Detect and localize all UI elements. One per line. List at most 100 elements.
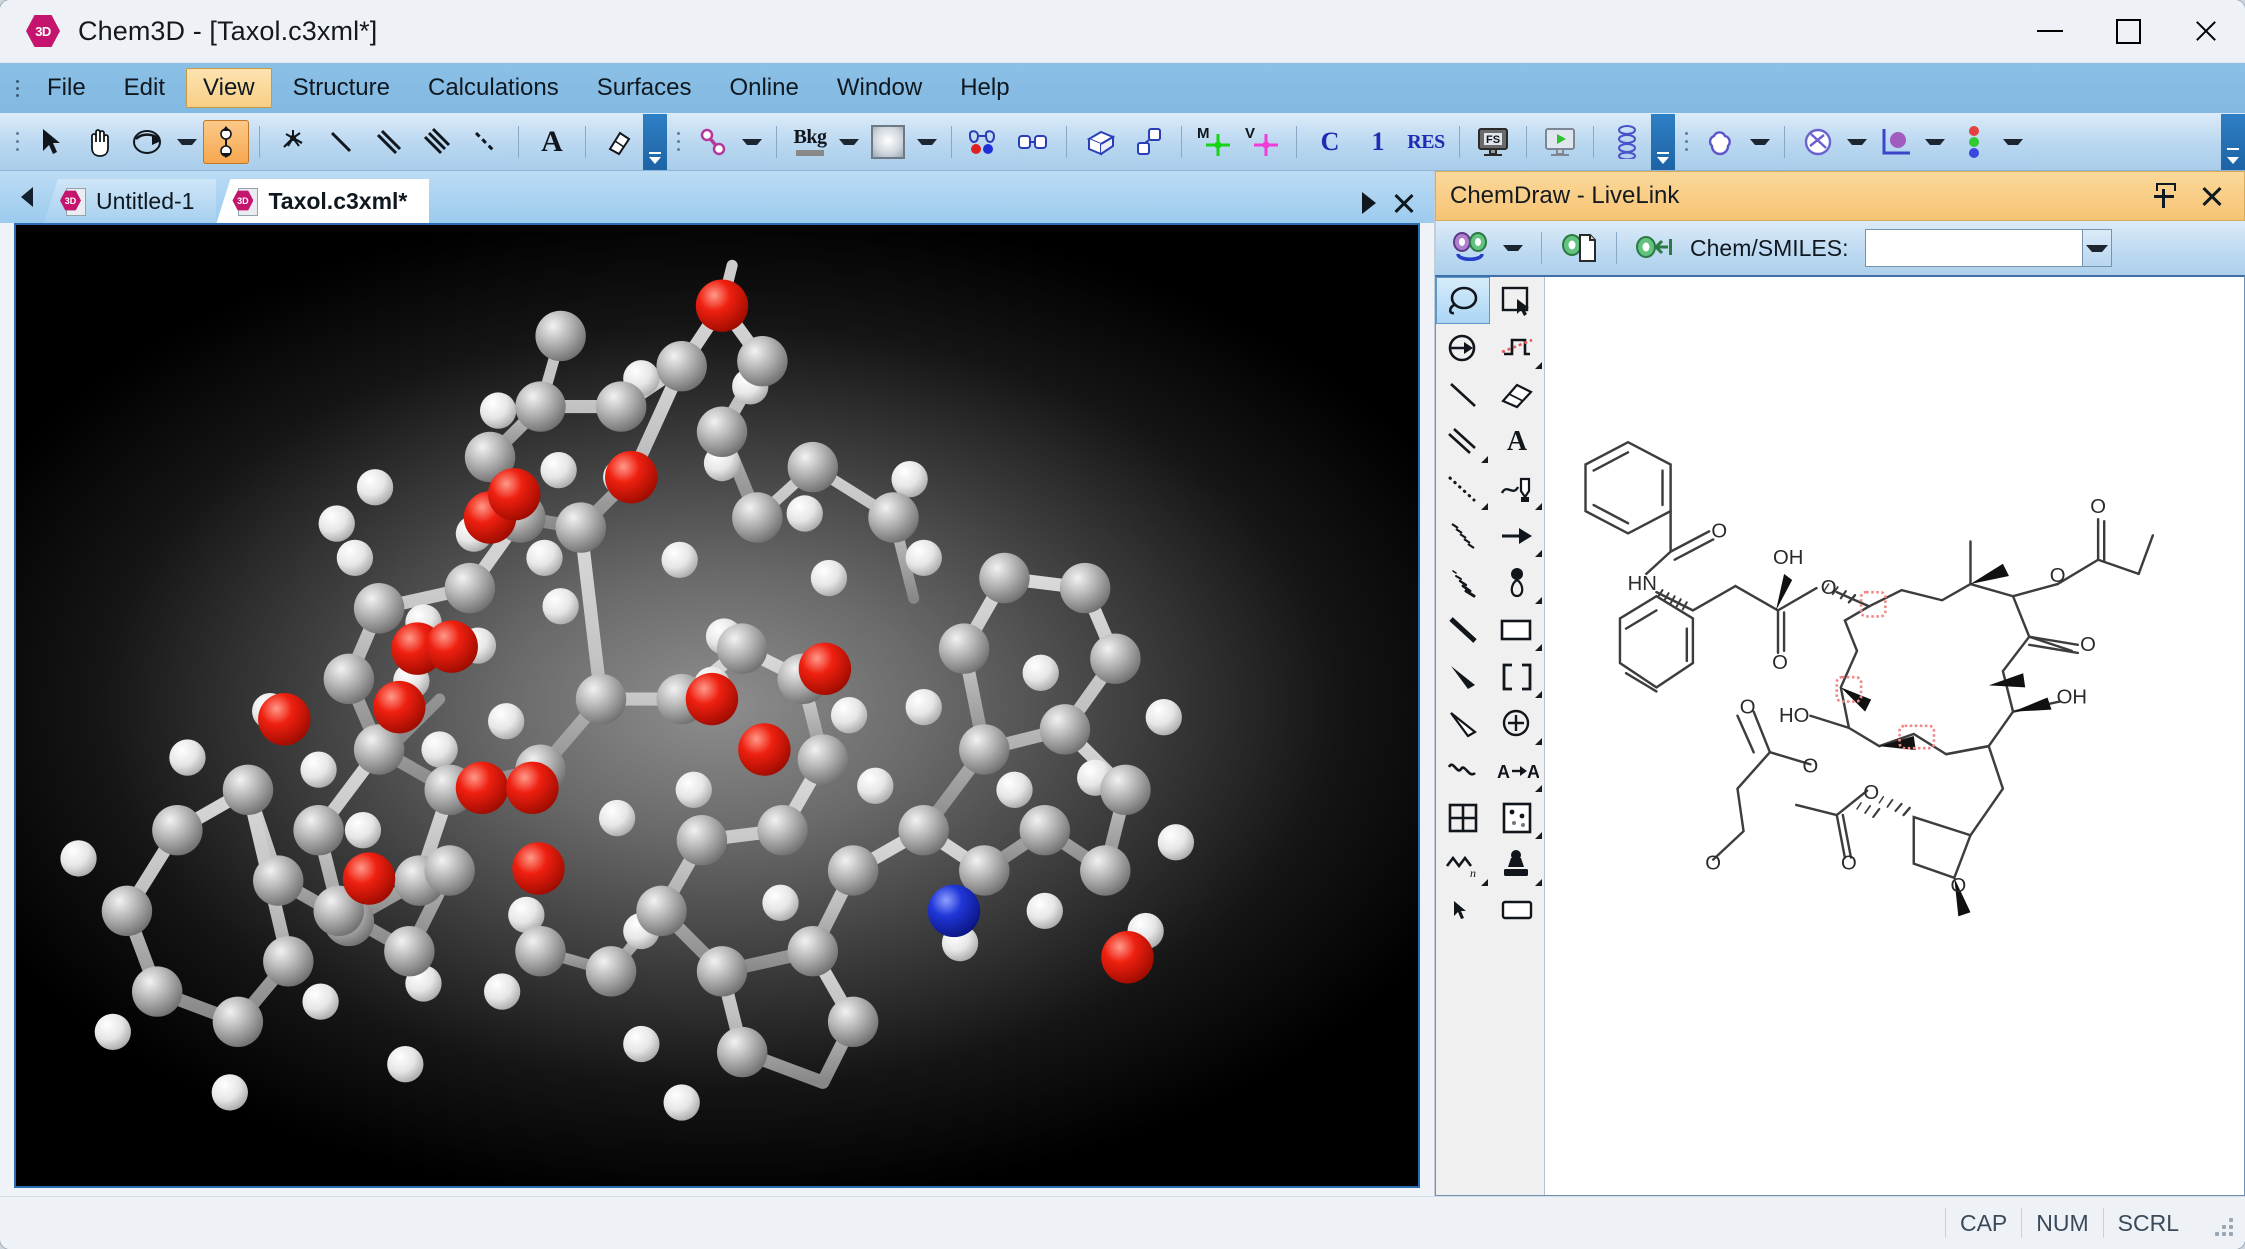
stereo-glasses-button[interactable] [1010,120,1056,164]
menu-item-online[interactable]: Online [712,68,815,108]
template-tool-button[interactable] [1490,794,1544,841]
text-tool-button-cd[interactable]: A [1490,418,1544,465]
toolbar-overflow-button-1[interactable] [643,114,667,170]
chem-smiles-dropdown-button[interactable] [2082,230,2111,266]
menu-item-calculations[interactable]: Calculations [411,68,576,108]
menu-item-view[interactable]: View [186,68,272,108]
marquee-select-button[interactable] [1490,277,1544,324]
vertical-crosshair-button[interactable]: V [1240,120,1286,164]
resize-grip-icon[interactable] [2203,1206,2237,1240]
hashed-bond-button[interactable] [1436,512,1490,559]
tab-scroll-left-button[interactable] [10,171,44,223]
squiggle-bond-button[interactable] [1436,747,1490,794]
orbital-tool-button[interactable] [1490,559,1544,606]
horizontal-crosshair-button[interactable]: M [1192,120,1238,164]
toolbar-drag-handle-2[interactable] [672,127,684,157]
build-from-text-button[interactable] [270,120,316,164]
close-icon[interactable] [2200,184,2224,208]
chem-smiles-input[interactable] [1866,230,2082,266]
3d-molecule-viewport[interactable] [14,223,1420,1188]
ortho-box-button[interactable] [1125,120,1171,164]
dashed-bond-button[interactable] [462,120,508,164]
chem-smiles-combobox[interactable] [1865,229,2112,267]
pen-tool-button[interactable] [1490,465,1544,512]
residue-label-button[interactable]: RES [1403,120,1449,164]
menu-item-edit[interactable]: Edit [107,68,182,108]
scroll-right-icon[interactable] [1362,192,1376,214]
copy-to-chemdraw-button[interactable] [1556,226,1602,270]
hollow-wedge-bond-button[interactable] [1436,700,1490,747]
stamp-tool-button[interactable] [1490,841,1544,888]
color-legend-dropdown-arrow[interactable] [2003,139,2023,145]
rectangle-tool-button[interactable] [1490,606,1544,653]
menu-drag-handle[interactable] [10,74,24,102]
toolbar-overflow-button-2[interactable] [1651,114,1675,170]
circle-plus-tool-button[interactable] [1490,700,1544,747]
anaglyph-glasses-button[interactable] [962,120,1008,164]
hand-pan-button[interactable] [77,120,123,164]
single-bond-button[interactable] [318,120,364,164]
pin-icon[interactable] [2154,183,2174,209]
ball-and-stick-button[interactable] [690,120,736,164]
arrow-tool-button[interactable] [1490,512,1544,559]
minimize-button[interactable] [2011,0,2089,62]
orbital-button[interactable] [1795,120,1841,164]
serial-number-label-button[interactable]: 1 [1355,120,1401,164]
bold-bond-button[interactable] [1436,606,1490,653]
insert-from-chemdraw-button[interactable] [1631,226,1677,270]
solid-bond-button[interactable] [1436,371,1490,418]
background-gradient-dropdown-arrow[interactable] [917,139,937,145]
tab-untitled-1[interactable]: 3D Untitled-1 [44,179,216,223]
atom-replace-button[interactable]: A A [1490,747,1544,794]
toolbar-overflow-button-3[interactable] [2221,114,2245,170]
close-tab-icon[interactable] [1392,191,1416,215]
presentation-button[interactable] [1537,120,1583,164]
atom-symbol-label-button[interactable]: C [1307,120,1353,164]
molecular-surface-dropdown-arrow[interactable] [1750,139,1770,145]
background-color-button[interactable]: Bkg [787,120,833,164]
chemdraw-canvas[interactable]: O HN OH O O O O O OH HO O O O [1545,277,2244,1195]
livelink-sync-button[interactable] [1447,226,1493,270]
bond-break-button[interactable] [1490,324,1544,371]
eraser-button[interactable] [596,120,642,164]
menu-item-help[interactable]: Help [943,68,1026,108]
rotate-object-button[interactable] [1436,324,1490,371]
toolbar-drag-handle-1[interactable] [11,127,23,157]
arrow-cursor-button[interactable] [29,120,75,164]
property-map-dropdown-arrow[interactable] [1925,139,1945,145]
livelink-sync-dropdown-arrow[interactable] [1503,245,1523,251]
model-explorer-button[interactable] [1604,120,1650,164]
frame-tool-button[interactable] [1490,888,1544,935]
lasso-select-button[interactable] [1436,277,1490,324]
text-tool-button[interactable]: A [529,120,575,164]
eraser-button-cd[interactable] [1490,371,1544,418]
close-button[interactable] [2167,0,2245,62]
background-color-dropdown-arrow[interactable] [839,139,859,145]
maximize-button[interactable] [2089,0,2167,62]
property-map-button[interactable] [1873,120,1919,164]
tab-taxol-c3xml[interactable]: 3D Taxol.c3xml* [216,179,429,223]
perspective-box-button[interactable] [1077,120,1123,164]
menu-item-surfaces[interactable]: Surfaces [580,68,709,108]
menu-item-window[interactable]: Window [820,68,939,108]
double-bond-button[interactable] [366,120,412,164]
dotted-bond-button[interactable] [1436,465,1490,512]
ball-and-stick-dropdown-arrow[interactable] [742,139,762,145]
toolbar-drag-handle-3[interactable] [1680,127,1692,157]
translate-move-button[interactable] [203,120,249,164]
orbital-dropdown-arrow[interactable] [1847,139,1867,145]
chain-tool-button[interactable]: n [1436,841,1490,888]
wedge-bond-button[interactable] [1436,653,1490,700]
rotate-dropdown-arrow[interactable] [177,139,197,145]
multiple-bond-button[interactable] [1436,418,1490,465]
bracket-tool-button[interactable] [1490,653,1544,700]
full-screen-button[interactable]: FS [1470,120,1516,164]
rotate-button[interactable] [125,120,171,164]
color-legend-button[interactable] [1951,120,1997,164]
table-tool-button[interactable] [1436,794,1490,841]
background-gradient-button[interactable] [865,120,911,164]
pointer-tool-button[interactable] [1436,888,1490,935]
menu-item-file[interactable]: File [30,68,103,108]
triple-bond-button[interactable] [414,120,460,164]
hashed-wedge-bond-button[interactable] [1436,559,1490,606]
